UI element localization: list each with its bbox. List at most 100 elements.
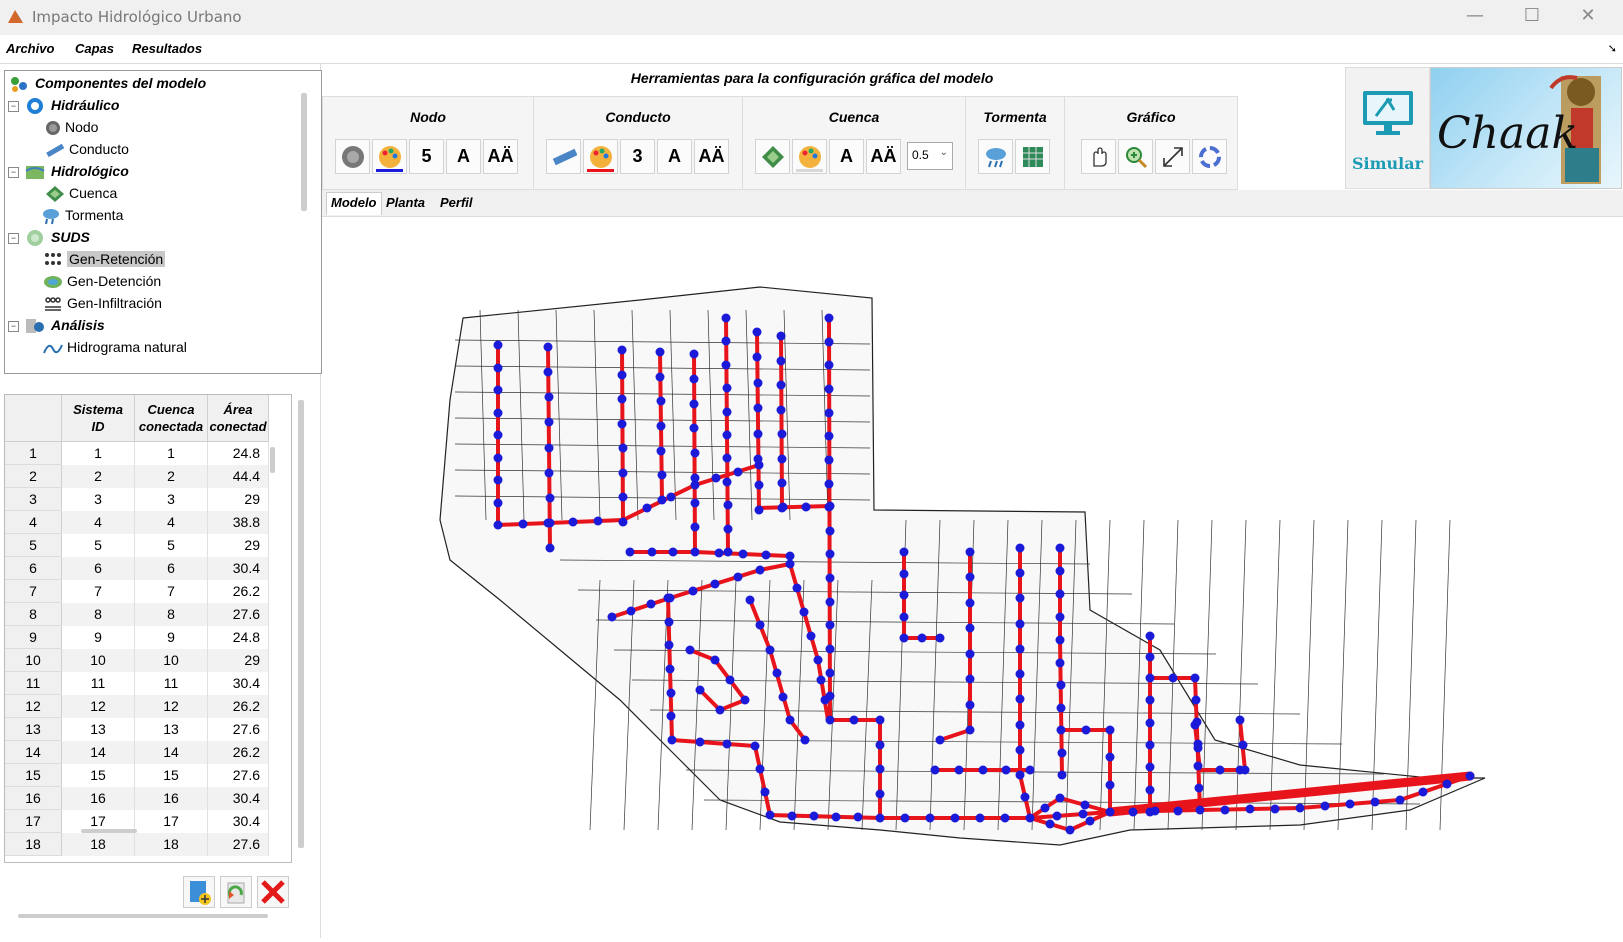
col-header-sistema[interactable]: Sistema ID: [61, 395, 135, 442]
table-row[interactable]: 5 5 5 29: [5, 533, 269, 557]
table-cell[interactable]: 6: [61, 556, 135, 580]
table-cell[interactable]: 10: [61, 648, 135, 672]
table-row[interactable]: 14 14 14 26.2: [5, 740, 269, 764]
close-button[interactable]: ✕: [1573, 5, 1603, 26]
col-header-area[interactable]: Área conectad: [207, 395, 269, 442]
table-cell[interactable]: 27.6: [207, 763, 269, 787]
table-cell[interactable]: 8: [61, 602, 135, 626]
table-cell[interactable]: 30.4: [207, 809, 269, 833]
table-cell[interactable]: 29: [207, 533, 269, 557]
table-cell[interactable]: 3: [134, 487, 208, 511]
table-cell[interactable]: 13: [61, 717, 135, 741]
table-row[interactable]: 9 9 9 24.8: [5, 625, 269, 649]
conduit-color-button[interactable]: [583, 139, 618, 174]
table-cell[interactable]: 4: [61, 510, 135, 534]
table-cell[interactable]: 27.6: [207, 717, 269, 741]
table-row[interactable]: 2 2 2 44.4: [5, 464, 269, 488]
collapse-icon[interactable]: −: [8, 101, 19, 112]
table-cell[interactable]: 14: [61, 740, 135, 764]
menu-resultados[interactable]: Resultados: [132, 41, 202, 56]
delete-system-button[interactable]: [257, 876, 289, 908]
table-row[interactable]: 4 4 4 38.8: [5, 510, 269, 534]
storm-table-button[interactable]: [1015, 139, 1050, 174]
undock-icon[interactable]: ➘: [1608, 42, 1617, 55]
model-canvas[interactable]: [322, 217, 1623, 938]
menu-archivo[interactable]: Archivo: [6, 41, 54, 56]
table-cell[interactable]: 14: [134, 740, 208, 764]
table-cell[interactable]: 7: [134, 579, 208, 603]
table-row[interactable]: 15 15 15 27.6: [5, 763, 269, 787]
refresh-system-button[interactable]: [220, 876, 252, 908]
table-hscroll[interactable]: [81, 829, 137, 833]
table-cell[interactable]: 1: [134, 441, 208, 465]
collapse-icon[interactable]: −: [8, 167, 19, 178]
minimize-button[interactable]: —: [1460, 5, 1490, 26]
add-system-button[interactable]: [183, 876, 215, 908]
node-style-button[interactable]: [335, 139, 370, 174]
table-cell[interactable]: 11: [134, 671, 208, 695]
extent-button[interactable]: [1155, 139, 1190, 174]
table-cell[interactable]: 5: [61, 533, 135, 557]
node-size-button[interactable]: 5: [409, 139, 444, 174]
table-cell[interactable]: 26.2: [207, 740, 269, 764]
table-cell[interactable]: 10: [134, 648, 208, 672]
table-cell[interactable]: 8: [134, 602, 208, 626]
table-row[interactable]: 16 16 16 30.4: [5, 786, 269, 810]
table-cell[interactable]: 11: [61, 671, 135, 695]
table-row[interactable]: 12 12 12 26.2: [5, 694, 269, 718]
table-cell[interactable]: 2: [134, 464, 208, 488]
table-cell[interactable]: 44.4: [207, 464, 269, 488]
table-vscroll[interactable]: [270, 447, 275, 473]
panel-vscroll[interactable]: [298, 400, 304, 848]
collapse-icon[interactable]: −: [8, 321, 19, 332]
table-cell[interactable]: 16: [134, 786, 208, 810]
menu-capas[interactable]: Capas: [75, 41, 114, 56]
table-cell[interactable]: 15: [134, 763, 208, 787]
table-cell[interactable]: 17: [134, 809, 208, 833]
table-cell[interactable]: 12: [61, 694, 135, 718]
table-row[interactable]: 18 18 18 27.6: [5, 832, 269, 856]
table-cell[interactable]: 24.8: [207, 625, 269, 649]
watershed-color-button[interactable]: [792, 139, 827, 174]
table-cell[interactable]: 15: [61, 763, 135, 787]
network-map[interactable]: [322, 217, 1623, 938]
table-cell[interactable]: 1: [61, 441, 135, 465]
table-row[interactable]: 6 6 6 30.4: [5, 556, 269, 580]
table-cell[interactable]: 24.8: [207, 441, 269, 465]
panel-hscroll[interactable]: [18, 914, 268, 918]
table-cell[interactable]: 30.4: [207, 671, 269, 695]
table-cell[interactable]: 9: [134, 625, 208, 649]
storm-button[interactable]: [978, 139, 1013, 174]
node-color-button[interactable]: [372, 139, 407, 174]
watershed-label-size-button[interactable]: AÄ: [866, 139, 901, 174]
table-cell[interactable]: 29: [207, 487, 269, 511]
table-cell[interactable]: 4: [134, 510, 208, 534]
table-cell[interactable]: 26.2: [207, 579, 269, 603]
tab-perfil[interactable]: Perfil: [440, 195, 473, 210]
refresh-button[interactable]: [1192, 139, 1227, 174]
table-cell[interactable]: 13: [134, 717, 208, 741]
table-cell[interactable]: 27.6: [207, 602, 269, 626]
table-cell[interactable]: 29: [207, 648, 269, 672]
pan-button[interactable]: [1081, 139, 1116, 174]
tab-planta[interactable]: Planta: [386, 195, 425, 210]
table-cell[interactable]: 38.8: [207, 510, 269, 534]
systems-grid[interactable]: Sistema ID Cuenca conectada Área conectad 1…: [5, 395, 269, 856]
tree-scrollbar[interactable]: [301, 93, 307, 211]
col-header-cuenca[interactable]: Cuenca conectada: [134, 395, 208, 442]
watershed-label-button[interactable]: A: [829, 139, 864, 174]
maximize-button[interactable]: ☐: [1517, 5, 1547, 26]
table-cell[interactable]: 3: [61, 487, 135, 511]
table-cell[interactable]: 18: [61, 832, 135, 856]
conduit-label-size-button[interactable]: AÄ: [694, 139, 729, 174]
table-cell[interactable]: 12: [134, 694, 208, 718]
table-row[interactable]: 7 7 7 26.2: [5, 579, 269, 603]
table-row[interactable]: 10 10 10 29: [5, 648, 269, 672]
watershed-style-button[interactable]: [755, 139, 790, 174]
table-row[interactable]: 1 1 1 24.8: [5, 441, 269, 465]
table-cell[interactable]: 9: [61, 625, 135, 649]
conduit-width-button[interactable]: 3: [620, 139, 655, 174]
watershed-line-width-select[interactable]: 0.5 ⌄: [907, 142, 953, 170]
conduit-label-button[interactable]: A: [657, 139, 692, 174]
node-label-button[interactable]: A: [446, 139, 481, 174]
